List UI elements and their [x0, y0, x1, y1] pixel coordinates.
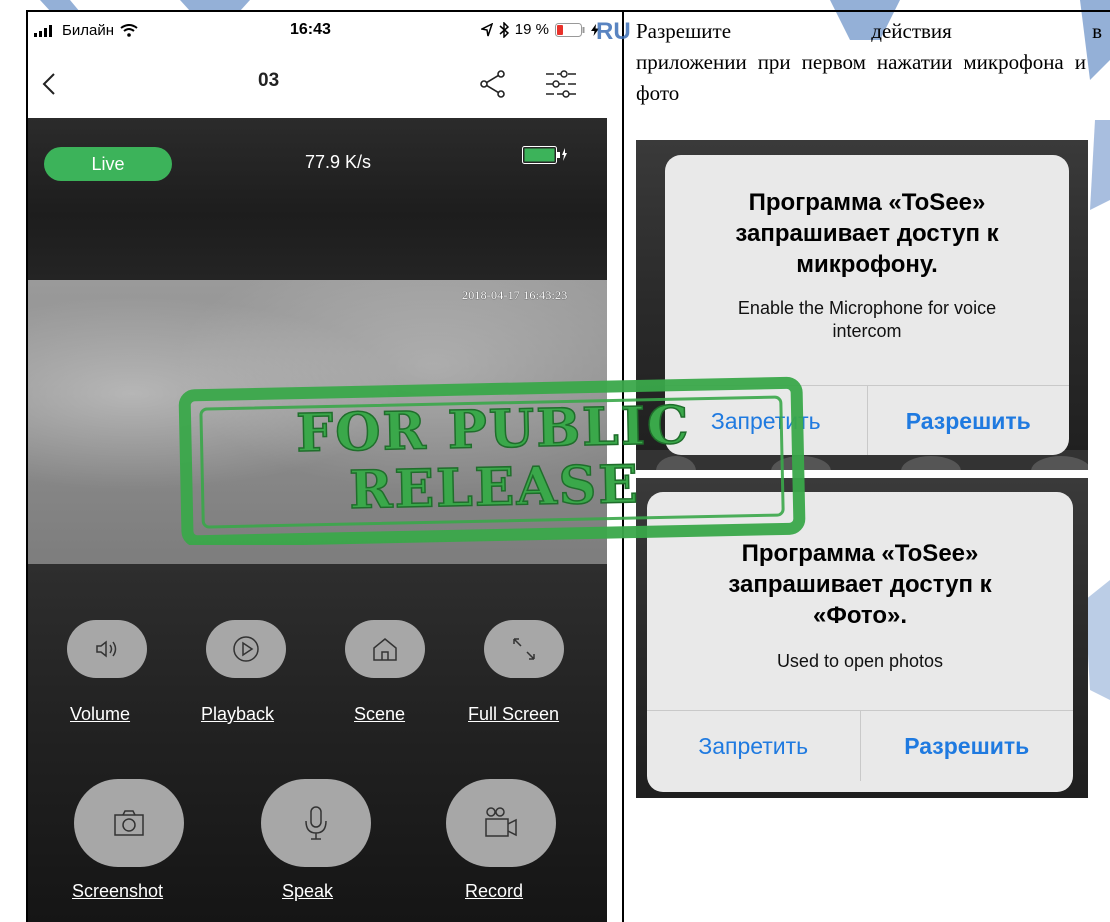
speak-button[interactable] [261, 779, 371, 867]
battery-low-icon [555, 22, 585, 37]
stream-header-area [28, 118, 607, 280]
share-icon[interactable] [480, 70, 506, 98]
video-timestamp: 2018-04-17 16:43:23 [462, 288, 568, 302]
full-screen-label[interactable]: Full Screen [468, 704, 559, 725]
stamp-line-2: RELEASE [349, 454, 641, 521]
status-time: 16:43 [290, 21, 331, 38]
signal-icon [34, 24, 52, 37]
expand-icon [513, 638, 535, 660]
home-icon [373, 638, 397, 661]
scene-label[interactable]: Scene [354, 704, 405, 725]
mic-dialog-title: Программа «ToSee» запрашивает доступ к м… [735, 189, 999, 278]
location-arrow-icon [480, 22, 493, 36]
playback-button[interactable] [206, 620, 286, 678]
speak-label[interactable]: Speak [282, 881, 333, 902]
instruction-paragraph: Разрешите действия в приложении при перв… [636, 16, 1102, 109]
mic-allow-button[interactable]: Разрешить [868, 386, 1070, 455]
volume-label[interactable]: Volume [70, 704, 130, 725]
battery-percent: 19 % [514, 21, 549, 38]
camera-battery-icon [522, 146, 567, 164]
paragraph-word: Разрешите [636, 19, 732, 43]
redaction-mask [285, 72, 363, 94]
playback-label[interactable]: Playback [201, 704, 274, 725]
camera-icon [114, 810, 144, 836]
full-screen-button[interactable] [484, 620, 564, 678]
carrier-name: Билайн [62, 22, 114, 39]
speaker-icon [96, 640, 117, 658]
photo-allow-button[interactable]: Разрешить [861, 711, 1074, 781]
volume-button[interactable] [67, 620, 147, 678]
scene-button[interactable] [345, 620, 425, 678]
paragraph-word: действия [871, 19, 952, 43]
mic-dialog-message: Enable the Microphone for voice intercom [737, 298, 997, 341]
paragraph-rest: приложении при первом нажатии микрофона … [636, 50, 1086, 105]
bluetooth-icon [499, 21, 509, 38]
watermark-ru-mark: RU [596, 18, 631, 45]
for-public-release-stamp: FOR PUBLIC RELEASE [178, 376, 806, 545]
photo-dialog-title: Программа «ToSee» запрашивает доступ к «… [728, 540, 992, 629]
stream-speed: 77.9 K/s [305, 152, 372, 172]
live-badge: Live [44, 147, 172, 181]
record-label[interactable]: Record [465, 881, 523, 902]
play-icon [233, 636, 259, 662]
controls-area [28, 564, 607, 922]
device-title: 03 [258, 70, 280, 91]
back-chevron-icon[interactable] [42, 72, 56, 96]
photo-dialog-actions: Запретить Разрешить [647, 710, 1073, 781]
microphone-icon [305, 806, 327, 840]
screenshot-button[interactable] [74, 779, 184, 867]
video-camera-icon [485, 807, 517, 837]
status-bar: Билайн 16:43 19 % [28, 12, 607, 50]
nav-bar: 03 [28, 50, 607, 119]
screenshot-label[interactable]: Screenshot [72, 881, 163, 902]
photo-deny-button[interactable]: Запретить [647, 711, 860, 781]
photo-dialog-message: Used to open photos [776, 651, 944, 671]
record-button[interactable] [446, 779, 556, 867]
paragraph-word: в [1092, 19, 1102, 43]
settings-sliders-icon[interactable] [544, 70, 578, 98]
wifi-icon [120, 24, 138, 37]
